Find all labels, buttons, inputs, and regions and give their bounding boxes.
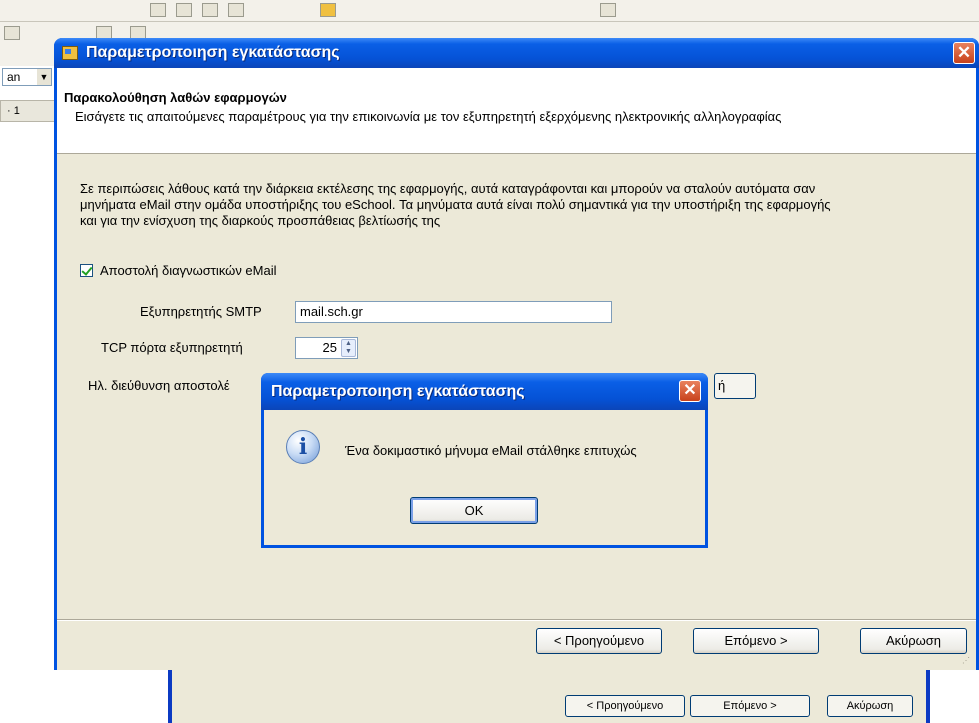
- port-stepper[interactable]: 25 ▲ ▼: [295, 337, 358, 359]
- ruler: · 1: [0, 100, 55, 122]
- message-box-close-button[interactable]: ✕: [679, 380, 701, 402]
- toolbar-icon[interactable]: [228, 3, 244, 17]
- toolbar-icon[interactable]: [150, 3, 166, 17]
- background-document: [0, 66, 55, 723]
- toolbar-icon[interactable]: [320, 3, 336, 17]
- port-value: 25: [322, 340, 337, 355]
- ok-button[interactable]: OK: [410, 497, 538, 524]
- wizard-header: Παρακολούθηση λαθών εφαρμογών Εισάγετε τ…: [57, 68, 976, 154]
- send-diagnostics-option[interactable]: Αποστολή διαγνωστικών eMail: [80, 263, 277, 278]
- page-description: Εισάγετε τις απαιτούμενες παραμέτρους γι…: [75, 109, 782, 124]
- sender-address-label: Ηλ. διεύθυνση αποστολέ: [88, 378, 230, 393]
- smtp-label: Εξυπηρετητής SMTP: [140, 304, 262, 319]
- smtp-field[interactable]: mail.sch.gr: [295, 301, 612, 323]
- underlying-next-button[interactable]: Επόμενο >: [690, 695, 810, 717]
- font-combo[interactable]: an ▼: [2, 68, 52, 86]
- toolbar-icon[interactable]: [600, 3, 616, 17]
- wizard-window: Παραμετροποιηση εγκατάστασης ✕ Παρακολού…: [54, 38, 979, 670]
- wizard-title: Παραμετροποιηση εγκατάστασης: [86, 44, 340, 61]
- toolbar-icon[interactable]: [202, 3, 218, 17]
- message-box-client: i Ένα δοκιμαστικό μήνυμα eMail στάλθηκε …: [264, 410, 705, 545]
- close-button[interactable]: ✕: [953, 42, 975, 64]
- message-text: Ένα δοκιμαστικό μήνυμα eMail στάλθηκε επ…: [345, 443, 637, 458]
- underlying-back-button[interactable]: < Προηγούμενο: [565, 695, 685, 717]
- chevron-down-icon[interactable]: ▼: [37, 69, 51, 85]
- test-email-button[interactable]: ή: [714, 373, 756, 399]
- font-combo-value: an: [7, 70, 21, 84]
- app-icon: [62, 46, 78, 60]
- cancel-button[interactable]: Ακύρωση: [860, 628, 967, 654]
- footer-divider: [57, 619, 976, 621]
- message-box: Παραμετροποιηση εγκατάστασης ✕ i Ένα δοκ…: [261, 373, 708, 548]
- page-title: Παρακολούθηση λαθών εφαρμογών: [64, 90, 287, 105]
- port-label: TCP πόρτα εξυπηρετητή: [101, 340, 243, 355]
- background-toolbar: [0, 0, 979, 22]
- info-icon: i: [286, 430, 320, 464]
- wizard-titlebar[interactable]: Παραμετροποιηση εγκατάστασης ✕: [54, 38, 979, 68]
- info-paragraph: Σε περιπώσεις λάθους κατά την διάρκεια ε…: [80, 181, 831, 228]
- resize-grip-icon[interactable]: ⋰: [962, 656, 974, 668]
- message-box-titlebar[interactable]: Παραμετροποιηση εγκατάστασης ✕: [261, 373, 708, 410]
- wizard-client: Παρακολούθηση λαθών εφαρμογών Εισάγετε τ…: [57, 68, 976, 670]
- send-diagnostics-checkbox[interactable]: [80, 264, 93, 277]
- next-button[interactable]: Επόμενο >: [693, 628, 819, 654]
- underlying-window: [168, 668, 930, 723]
- underlying-cancel-button[interactable]: Ακύρωση: [827, 695, 913, 717]
- spinner-arrows-icon[interactable]: ▲ ▼: [341, 339, 356, 357]
- toolbar-icon[interactable]: [176, 3, 192, 17]
- send-diagnostics-label: Αποστολή διαγνωστικών eMail: [100, 263, 277, 278]
- pen-icon[interactable]: [4, 26, 20, 40]
- back-button[interactable]: < Προηγούμενο: [536, 628, 662, 654]
- message-box-title: Παραμετροποιηση εγκατάστασης: [271, 383, 525, 400]
